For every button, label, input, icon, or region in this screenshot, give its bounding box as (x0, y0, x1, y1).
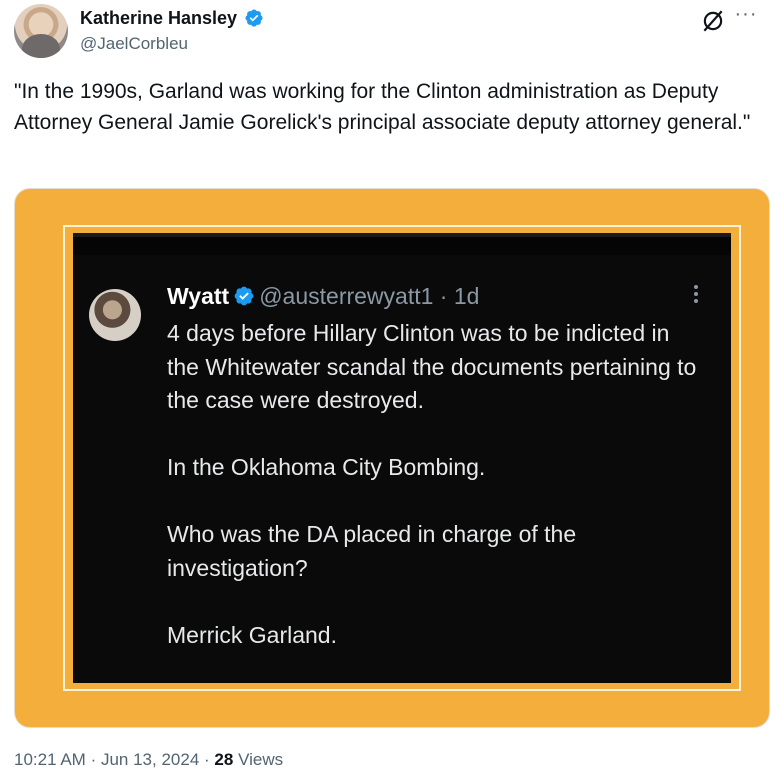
author-handle[interactable]: @JaelCorbleu (80, 32, 264, 56)
quoted-paragraph: 4 days before Hillary Clinton was to be … (167, 320, 703, 413)
quoted-post-header: Wyatt @austerrewyatt1 · 1d (167, 281, 479, 311)
quoted-screenshot: Wyatt @austerrewyatt1 · 1d 4 days before… (73, 233, 731, 683)
author-display-name[interactable]: Katherine Hansley (80, 6, 237, 30)
grok-icon[interactable] (700, 8, 726, 34)
quoted-paragraph: In the Oklahoma City Bombing. (167, 454, 486, 480)
quoted-post-card: Wyatt @austerrewyatt1 · 1d 4 days before… (73, 255, 731, 683)
quoted-post-body: 4 days before Hillary Clinton was to be … (167, 317, 707, 652)
verified-badge-icon[interactable] (244, 8, 264, 28)
author-name-block: Katherine Hansley @JaelCorbleu (80, 6, 264, 56)
meta-separator: · (204, 750, 210, 769)
quoted-paragraph: Who was the DA placed in charge of the i… (167, 521, 583, 581)
quoted-more-icon (691, 283, 701, 307)
author-avatar[interactable] (14, 4, 68, 58)
tweet-media-image[interactable]: Wyatt @austerrewyatt1 · 1d 4 days before… (14, 188, 770, 728)
quoted-separator: · (439, 283, 448, 309)
quoted-author-name: Wyatt (167, 283, 230, 309)
quoted-timestamp: 1d (453, 283, 480, 309)
quoted-verified-badge-icon (234, 286, 254, 306)
quoted-author-handle: @austerrewyatt1 (259, 283, 434, 309)
tweet-time[interactable]: 10:21 AM (14, 750, 86, 769)
tweet-meta: 10:21 AM · Jun 13, 2024 · 28 Views (14, 748, 283, 772)
quoted-author-avatar (89, 289, 141, 341)
tweet-date[interactable]: Jun 13, 2024 (101, 750, 199, 769)
views-count[interactable]: 28 (214, 750, 233, 769)
tweet-header: Katherine Hansley @JaelCorbleu ··· (14, 4, 760, 60)
views-label[interactable]: Views (238, 750, 283, 769)
more-icon[interactable]: ··· (732, 4, 760, 32)
tweet-text: "In the 1990s, Garland was working for t… (14, 80, 751, 134)
meta-separator: · (90, 750, 97, 769)
quoted-paragraph: Merrick Garland. (167, 621, 337, 648)
